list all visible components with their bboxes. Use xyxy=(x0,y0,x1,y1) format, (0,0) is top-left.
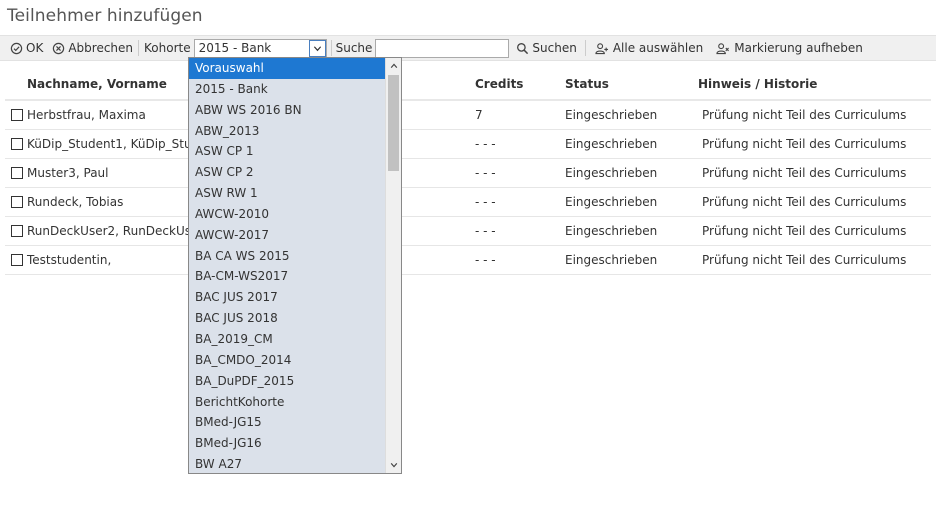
toolbar-divider xyxy=(138,40,140,56)
cell-hint: Prüfung nicht Teil des Curriculums xyxy=(702,253,907,267)
dropdown-option[interactable]: BA-CM-WS2017 xyxy=(189,266,385,287)
cohort-label: Kohorte xyxy=(144,41,191,55)
table-header: Nachname, Vorname Credits Status Hinweis… xyxy=(5,69,931,101)
participant-name: Herbstfrau, Maxima xyxy=(27,108,146,122)
participants-table: Nachname, Vorname Credits Status Hinweis… xyxy=(5,69,931,275)
cell-status: Eingeschrieben xyxy=(565,195,658,209)
table-row[interactable]: KüDip_Student1, KüDip_Student1- - - Einge… xyxy=(5,130,931,159)
search-button-label: Suchen xyxy=(532,41,577,55)
dropdown-option[interactable]: ASW RW 1 xyxy=(189,183,385,204)
row-checkbox[interactable] xyxy=(11,167,23,179)
dropdown-option[interactable]: ASW CP 2 xyxy=(189,162,385,183)
user-remove-icon xyxy=(716,42,730,54)
cell-credits: - - - xyxy=(475,166,496,180)
ok-button-label: OK xyxy=(26,41,44,55)
scrollbar-thumb[interactable] xyxy=(388,75,399,171)
cell-hint: Prüfung nicht Teil des Curriculums xyxy=(702,195,907,209)
cell-status: Eingeschrieben xyxy=(565,166,658,180)
scroll-up-icon[interactable] xyxy=(386,58,401,74)
cell-status: Eingeschrieben xyxy=(565,253,658,267)
participant-name: Muster3, Paul xyxy=(27,166,109,180)
check-circle-icon xyxy=(10,42,23,54)
dropdown-option[interactable]: BW A27 xyxy=(189,454,385,473)
dropdown-option[interactable]: ASW CP 1 xyxy=(189,141,385,162)
cohort-select[interactable]: 2015 - Bank xyxy=(193,38,327,58)
dropdown-option[interactable]: BMed-JG16 xyxy=(189,433,385,454)
dropdown-option[interactable]: BMed-JG15 xyxy=(189,412,385,433)
cell-status: Eingeschrieben xyxy=(565,224,658,238)
search-icon xyxy=(517,42,529,54)
chevron-down-icon[interactable] xyxy=(308,39,326,57)
dropdown-option[interactable]: 2015 - Bank xyxy=(189,79,385,100)
user-add-icon xyxy=(595,42,608,54)
dropdown-option[interactable]: ABW WS 2016 BN xyxy=(189,100,385,121)
select-all-label: Alle auswählen xyxy=(612,41,704,55)
search-button[interactable]: Suchen xyxy=(516,41,577,55)
cell-credits: 7 xyxy=(475,108,483,122)
cell-credits: - - - xyxy=(475,195,496,209)
table-row[interactable]: RunDeckUser2, RunDeckUser2 - - - Eingeschr… xyxy=(5,217,931,246)
cell-credits: - - - xyxy=(475,224,496,238)
dropdown-option[interactable]: BA_2019_CM xyxy=(189,329,385,350)
dropdown-option[interactable]: BerichtKohorte xyxy=(189,392,385,413)
close-circle-icon xyxy=(53,42,65,54)
table-row[interactable]: Teststudentin, - - - Eingeschrieben Prüfung… xyxy=(5,246,931,275)
title-bar: Teilnehmer hinzufügen xyxy=(0,0,936,35)
participant-name: RunDeckUser2, RunDeckUser2 xyxy=(27,224,211,238)
dropdown-option[interactable]: BA_CMDO_2014 xyxy=(189,350,385,371)
row-checkbox[interactable] xyxy=(11,109,23,121)
dropdown-option[interactable]: Vorauswahl xyxy=(189,58,385,79)
cell-hint: Prüfung nicht Teil des Curriculums xyxy=(702,166,907,180)
table-row[interactable]: Rundeck, Tobias - - - Eingeschrieben Prüfun… xyxy=(5,188,931,217)
cell-credits: - - - xyxy=(475,137,496,151)
ok-button[interactable]: OK xyxy=(10,41,43,55)
cell-credits: - - - xyxy=(475,253,496,267)
clear-selection-label: Markierung aufheben xyxy=(734,41,863,55)
toolbar-divider xyxy=(584,40,586,56)
cancel-button-label: Abbrechen xyxy=(68,41,134,55)
dropdown-option[interactable]: BA CA WS 2015 xyxy=(189,246,385,267)
row-checkbox[interactable] xyxy=(11,138,23,150)
dropdown-option[interactable]: BAC JUS 2017 xyxy=(189,287,385,308)
dropdown-option[interactable]: BAC JUS 2018 xyxy=(189,308,385,329)
cohort-dropdown-list: Vorauswahl 2015 - Bank ABW WS 2016 BN ABW_2… xyxy=(188,57,402,474)
dropdown-option[interactable]: BA_DuPDF_2015 xyxy=(189,371,385,392)
dropdown-option[interactable]: AWCW-2010 xyxy=(189,204,385,225)
dropdown-option[interactable]: AWCW-2017 xyxy=(189,225,385,246)
search-input[interactable] xyxy=(375,38,510,58)
header-hint[interactable]: Hinweis / Historie xyxy=(693,77,931,91)
toolbar: OK Abbrechen Kohorte 2015 - Bank Suche S… xyxy=(0,35,936,61)
participant-name: Teststudentin, xyxy=(27,253,112,267)
row-checkbox[interactable] xyxy=(11,225,23,237)
cell-status: Eingeschrieben xyxy=(565,108,658,122)
page-title: Teilnehmer hinzufügen xyxy=(7,6,203,26)
cohort-options: Vorauswahl 2015 - Bank ABW WS 2016 BN ABW_2… xyxy=(189,58,385,473)
cell-status: Eingeschrieben xyxy=(565,137,658,151)
toolbar-divider xyxy=(330,40,332,56)
participant-name: Rundeck, Tobias xyxy=(27,195,124,209)
select-all-button[interactable]: Alle auswählen xyxy=(594,41,703,55)
search-label: Suche xyxy=(335,41,373,55)
table-row[interactable]: Herbstfrau, Maxima 7 Eingeschrieben Prüfung… xyxy=(5,101,931,130)
dropdown-option[interactable]: ABW_2013 xyxy=(189,121,385,142)
header-credits[interactable]: Credits xyxy=(470,77,559,91)
table-row[interactable]: Muster3, Paul - - - Eingeschrieben Prüfung … xyxy=(5,159,931,188)
cohort-select-value: 2015 - Bank xyxy=(198,41,272,55)
row-checkbox[interactable] xyxy=(11,196,23,208)
cell-hint: Prüfung nicht Teil des Curriculums xyxy=(702,137,907,151)
header-status[interactable]: Status xyxy=(559,77,693,91)
clear-selection-button[interactable]: Markierung aufheben xyxy=(715,41,863,55)
row-checkbox[interactable] xyxy=(11,254,23,266)
cancel-button[interactable]: Abbrechen xyxy=(52,41,133,55)
cell-hint: Prüfung nicht Teil des Curriculums xyxy=(702,224,907,238)
cell-hint: Prüfung nicht Teil des Curriculums xyxy=(702,108,907,122)
scroll-down-icon[interactable] xyxy=(386,457,401,473)
dropdown-scrollbar[interactable] xyxy=(385,58,401,473)
